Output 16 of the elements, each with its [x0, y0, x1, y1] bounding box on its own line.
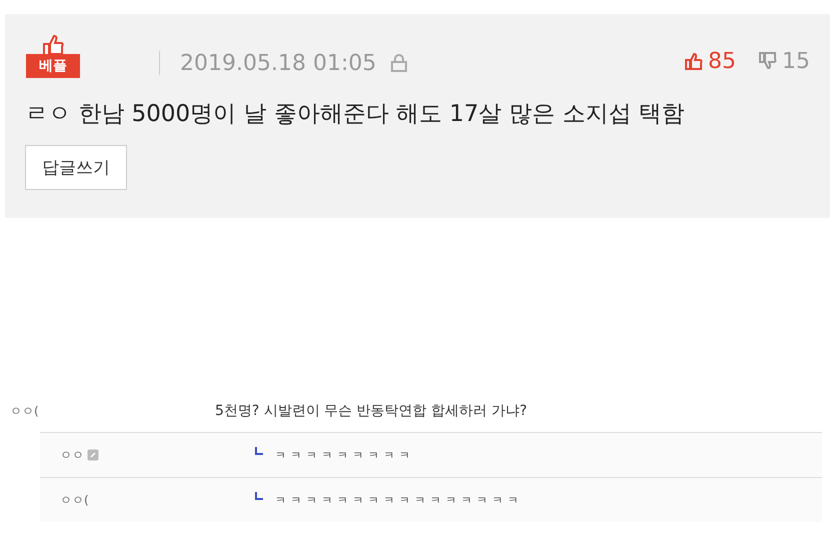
post-date: 2019.05.18 01:05: [180, 50, 376, 76]
comment-text: 5천명? 시발련이 무슨 반동탁연합 합세하러 가냐?: [215, 402, 528, 420]
post-title: ㄹㅇ 한남 5000명이 날 좋아해준다 해도 17살 많은 소지섭 택함: [25, 100, 686, 129]
reply-author: ㅇㅇ: [60, 446, 84, 464]
thumbs-down-icon[interactable]: [758, 51, 778, 71]
comment-author: ㅇㅇ(: [10, 402, 40, 420]
lock-icon: [390, 53, 408, 73]
best-badge: 베플: [26, 54, 80, 78]
dislike-count: 15: [782, 48, 810, 74]
reply-text: ㅋㅋㅋㅋㅋㅋㅋㅋㅋㅋㅋㅋㅋㅋㅋㅋ: [275, 492, 523, 508]
member-icon: [87, 449, 99, 461]
like-count: 85: [708, 48, 736, 74]
reply-text: ㅋㅋㅋㅋㅋㅋㅋㅋㅋ: [275, 448, 414, 462]
reply-author: ㅇㅇ(: [60, 492, 89, 508]
thumbs-up-icon[interactable]: [684, 51, 704, 71]
reply-button[interactable]: 답글쓰기: [25, 145, 127, 190]
